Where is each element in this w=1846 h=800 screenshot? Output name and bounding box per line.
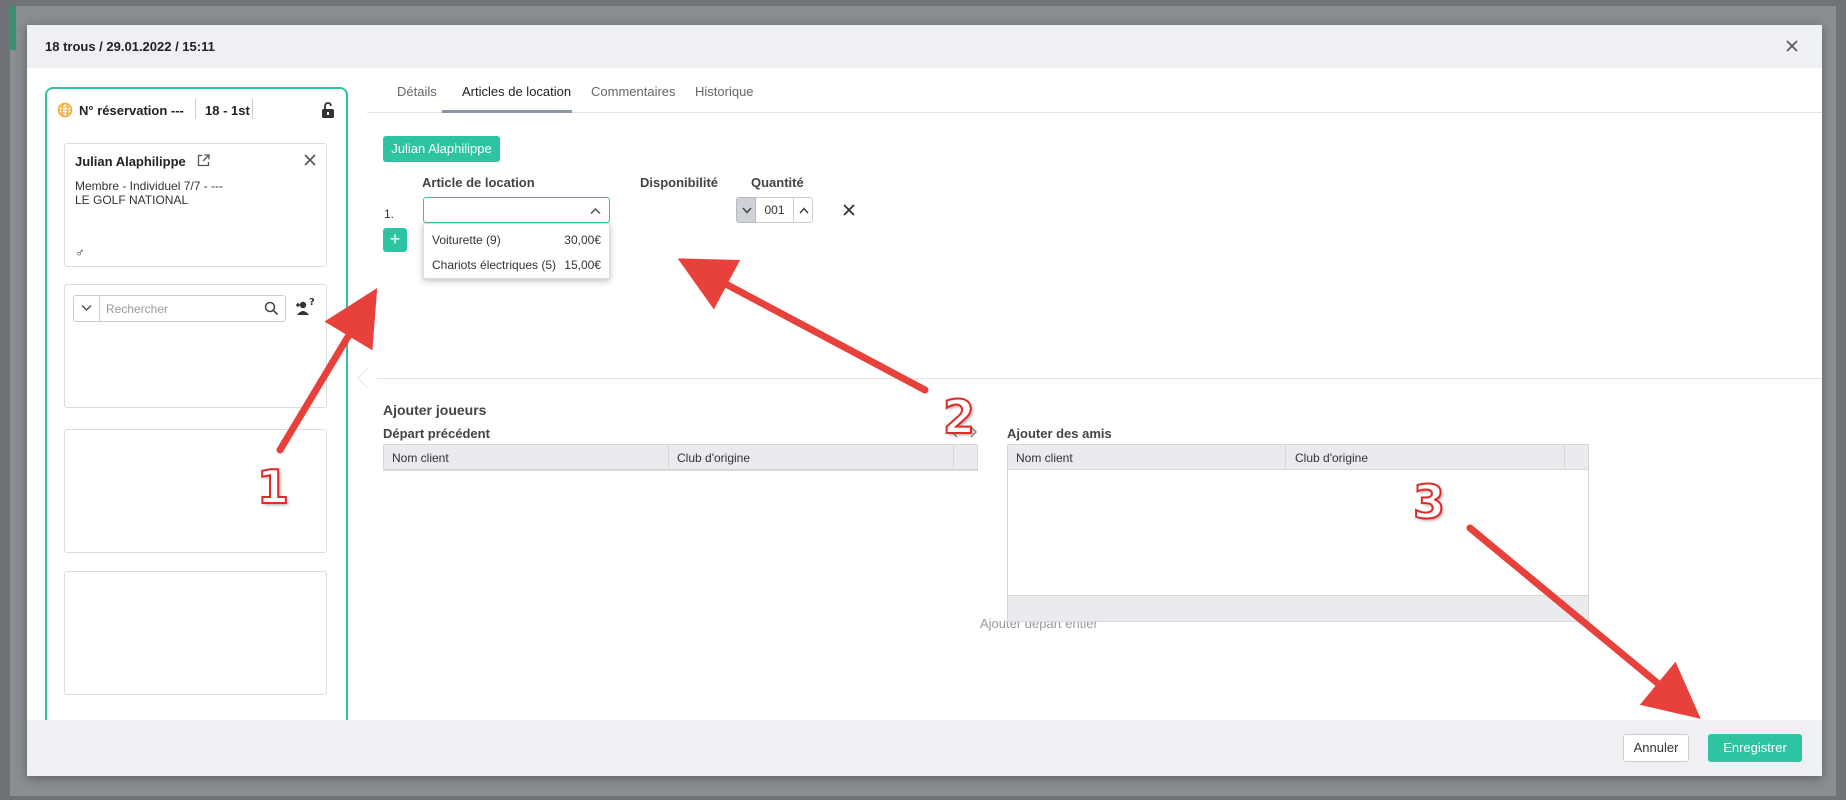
chevron-up-icon: [590, 207, 601, 215]
reservation-panel: N° réservation --- 18 - 1st Julian Alaph…: [45, 87, 348, 728]
chevron-down-icon: [742, 207, 752, 214]
table-header: Nom client Club d'origine: [1008, 445, 1588, 470]
previous-departure-table: Nom client Club d'origine: [383, 444, 978, 471]
reservation-header: N° réservation --- 18 - 1st: [47, 89, 346, 131]
column-article: Article de location: [422, 175, 535, 190]
search-icon[interactable]: [264, 301, 279, 316]
right-content: Détails Articles de location Commentaire…: [357, 68, 1822, 738]
table-footer: [1008, 595, 1588, 621]
player-selector-button[interactable]: Julian Alaphilippe: [383, 136, 500, 162]
quantity-increase[interactable]: [793, 197, 813, 223]
membership-line: Membre - Individuel 7/7 - ---: [75, 179, 224, 193]
player-slot-empty: [64, 571, 327, 695]
article-dropdown-menu: Voiturette (9) 30,00€ Chariots électriqu…: [423, 223, 610, 279]
modal-title: 18 trous / 29.01.2022 / 15:11: [45, 39, 215, 54]
friends-table: Nom client Club d'origine: [1007, 444, 1589, 622]
tab-comments[interactable]: Commentaires: [591, 84, 676, 99]
club-line: LE GOLF NATIONAL: [75, 193, 189, 207]
add-players-title: Ajouter joueurs: [383, 402, 487, 418]
column-divider: [1285, 445, 1286, 470]
modal-footer: Annuler Enregistrer: [27, 720, 1822, 776]
cancel-button[interactable]: Annuler: [1623, 734, 1689, 762]
option-name: Chariots électriques (5): [432, 258, 557, 272]
header-divider: [195, 99, 196, 119]
tab-details[interactable]: Détails: [397, 84, 437, 99]
player-card: Julian Alaphilippe Membre - Individuel 7…: [64, 143, 327, 267]
column-divider: [1564, 445, 1565, 470]
remove-row-icon[interactable]: [841, 202, 857, 218]
previous-departure-title: Départ précédent: [383, 426, 490, 441]
column-client-name: Nom client: [1016, 451, 1073, 465]
modal-header: 18 trous / 29.01.2022 / 15:11: [27, 25, 1822, 68]
column-home-club: Club d'origine: [677, 451, 751, 465]
chevron-up-icon: [799, 207, 809, 214]
background-strip: [10, 6, 16, 50]
column-divider: [668, 445, 669, 470]
chevron-down-icon: [81, 304, 92, 312]
table-header: Nom client Club d'origine: [384, 445, 977, 470]
column-availability: Disponibilité: [640, 175, 718, 190]
hole-label: 18 - 1st: [205, 103, 250, 118]
annotation-number-2: 2: [942, 389, 976, 445]
section-divider: [367, 378, 1822, 379]
column-divider: [953, 445, 954, 470]
divider-notch: [357, 368, 377, 388]
quantity-decrease[interactable]: [736, 197, 756, 223]
svg-text:?: ?: [309, 297, 315, 308]
add-row-button[interactable]: +: [383, 228, 407, 252]
annotation-number-1: 1: [256, 459, 290, 515]
option-price: 15,00€: [564, 258, 601, 272]
search-input[interactable]: [106, 300, 256, 317]
tab-history[interactable]: Historique: [695, 84, 754, 99]
option-name: Voiturette (9): [432, 233, 501, 247]
row-number: 1.: [384, 207, 395, 221]
male-icon: ♂: [75, 245, 85, 260]
player-name[interactable]: Julian Alaphilippe: [75, 154, 186, 169]
active-tab-indicator: [442, 110, 572, 113]
annotation-number-3: 3: [1412, 474, 1446, 530]
close-icon[interactable]: [1780, 34, 1804, 58]
reservation-modal: 18 trous / 29.01.2022 / 15:11 N° réserva…: [27, 25, 1822, 776]
reservation-number: N° réservation ---: [79, 103, 184, 118]
add-friends-title: Ajouter des amis: [1007, 426, 1112, 441]
add-guest-icon[interactable]: ?: [294, 296, 318, 318]
header-divider: [252, 99, 253, 119]
tab-bar: Détails Articles de location Commentaire…: [367, 68, 1822, 113]
option-price: 30,00€: [564, 233, 601, 247]
external-link-icon[interactable]: [196, 153, 211, 168]
globe-icon: [57, 102, 73, 118]
player-search: [73, 295, 286, 322]
save-button[interactable]: Enregistrer: [1708, 734, 1802, 762]
column-home-club: Club d'origine: [1295, 451, 1369, 465]
dropdown-option[interactable]: Chariots électriques (5) 15,00€: [424, 251, 609, 277]
column-client-name: Nom client: [392, 451, 449, 465]
article-select[interactable]: [423, 197, 610, 223]
search-filter-dropdown[interactable]: [74, 296, 100, 321]
player-slot-search: ?: [64, 284, 327, 408]
column-quantity: Quantité: [751, 175, 804, 190]
remove-player-icon[interactable]: [302, 152, 318, 168]
unlock-icon[interactable]: [320, 101, 336, 119]
dropdown-option[interactable]: Voiturette (9) 30,00€: [424, 226, 609, 252]
quantity-value[interactable]: 001: [756, 197, 793, 223]
tab-rental-items[interactable]: Articles de location: [462, 84, 571, 99]
